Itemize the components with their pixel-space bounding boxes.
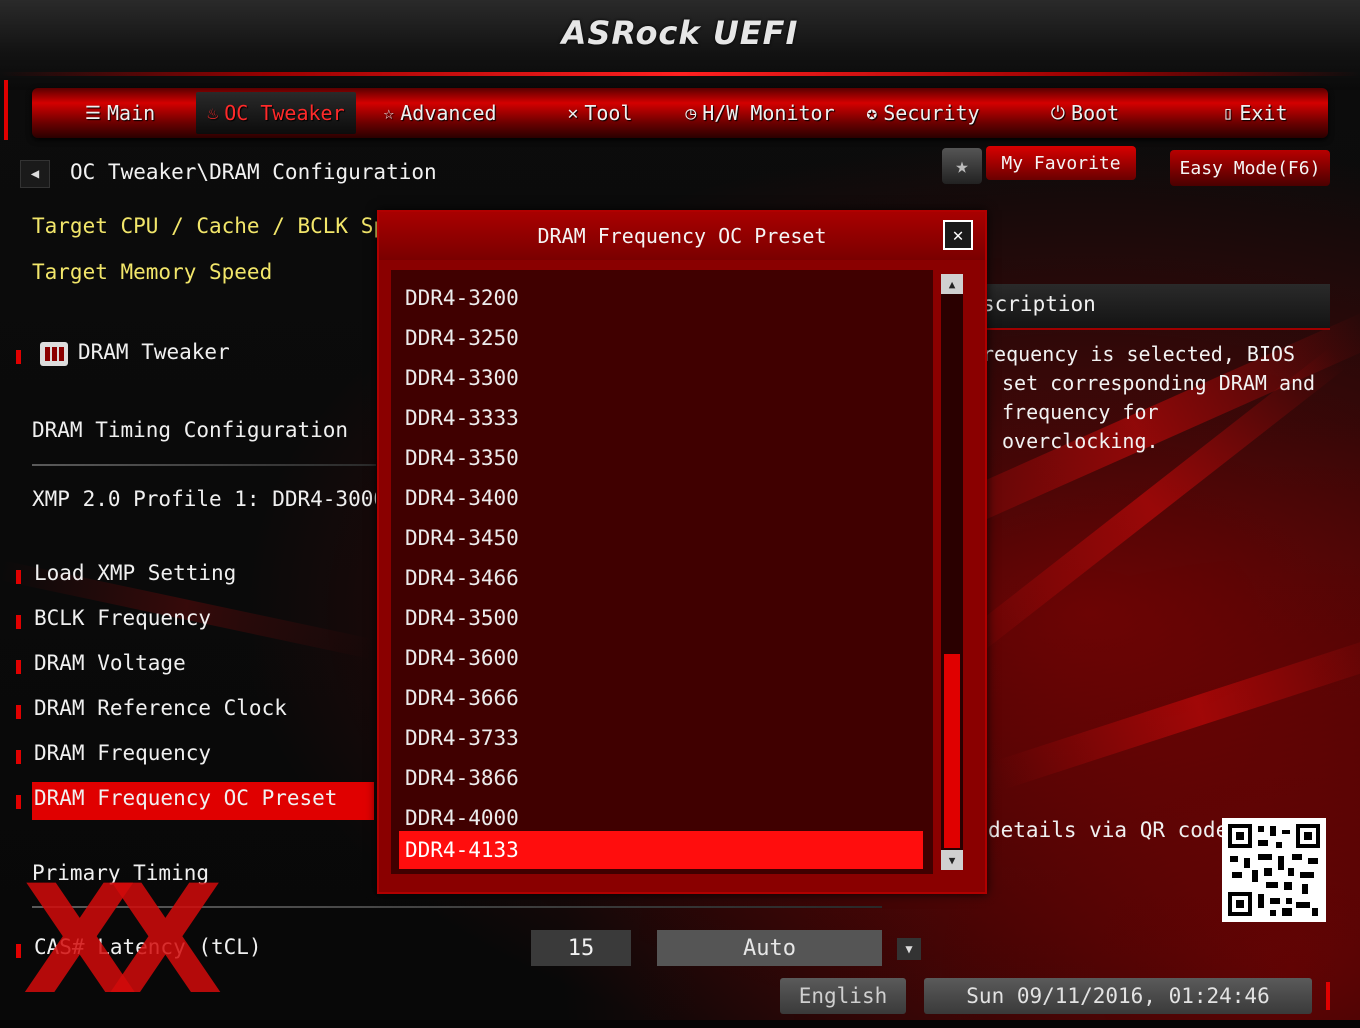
asrock-uefi-logo: ASRock UEFI — [561, 14, 799, 52]
breadcrumb: OC Tweaker\DRAM Configuration — [70, 160, 437, 184]
tab-tool[interactable]: ✕ Tool — [540, 92, 660, 134]
description-text: requency is selected, BIOS set correspon… — [982, 342, 1316, 453]
language-button[interactable]: English — [780, 978, 906, 1014]
flame-icon: ♨ — [207, 102, 219, 124]
description-title: scription — [982, 292, 1096, 316]
bclk-frequency-item[interactable]: BCLK Frequency — [34, 606, 211, 630]
item-marker — [16, 750, 21, 764]
list-item[interactable]: DDR4-3200 — [399, 279, 923, 317]
star-icon: ★ — [955, 153, 969, 179]
target-memory-label: Target Memory Speed — [32, 260, 273, 284]
dram-voltage-item[interactable]: DRAM Voltage — [34, 651, 186, 675]
datetime-display: Sun 09/11/2016, 01:24:46 — [924, 978, 1312, 1014]
item-marker — [16, 944, 21, 958]
list-item[interactable]: DDR4-3666 — [399, 679, 923, 717]
item-marker — [16, 795, 21, 809]
monitor-icon: ◷ — [685, 102, 697, 124]
item-marker — [16, 660, 21, 674]
list-item[interactable]: DDR4-3733 — [399, 719, 923, 757]
accent-bar — [4, 80, 8, 140]
tab-boot[interactable]: ⏻ Boot — [1030, 92, 1140, 134]
item-marker — [16, 350, 21, 364]
list-item[interactable]: DDR4-3500 — [399, 599, 923, 637]
tab-main[interactable]: ☰ Main — [60, 92, 180, 134]
list-item[interactable]: DDR4-3400 — [399, 479, 923, 517]
star-icon: ☆ — [383, 102, 395, 124]
exit-icon: ▯ — [1222, 102, 1234, 124]
close-icon[interactable]: ✕ — [943, 220, 973, 250]
dram-tweaker-item[interactable]: DRAM Tweaker — [78, 340, 230, 364]
scroll-up-icon[interactable]: ▲ — [941, 274, 963, 294]
tab-security[interactable]: ✪ Security — [858, 92, 988, 134]
preset-list: DDR4-3200 DDR4-3250 DDR4-3300 DDR4-3333 … — [391, 270, 933, 874]
list-icon: ☰ — [84, 102, 101, 124]
list-item[interactable]: DDR4-3866 — [399, 759, 923, 797]
power-icon: ⏻ — [1050, 102, 1066, 124]
scroll-down-icon[interactable]: ▼ — [941, 850, 963, 870]
cas-latency-value: 15 — [531, 930, 631, 966]
scrollbar-thumb[interactable] — [944, 654, 960, 848]
list-item[interactable]: DDR4-3300 — [399, 359, 923, 397]
item-marker — [16, 570, 21, 584]
qr-code — [1222, 818, 1326, 922]
item-marker — [16, 705, 21, 719]
accent-bar — [1326, 982, 1330, 1010]
shield-icon: ✪ — [866, 102, 878, 124]
back-button[interactable]: ◀ — [20, 160, 50, 188]
arrow-left-icon: ◀ — [30, 166, 40, 182]
watermark-logo: XX — [22, 854, 223, 1028]
dram-frequency-oc-preset-dialog: DRAM Frequency OC Preset ✕ DDR4-3200 DDR… — [377, 210, 987, 894]
dialog-title: DRAM Frequency OC Preset — [379, 212, 985, 260]
xmp-profile-info: XMP 2.0 Profile 1: DDR4-3000 15- — [32, 487, 376, 511]
list-item[interactable]: DDR4-3333 — [399, 399, 923, 437]
tab-oc-tweaker[interactable]: ♨ OC Tweaker — [196, 92, 356, 134]
target-cpu-label: Target CPU / Cache / BCLK Speed — [32, 214, 424, 238]
list-item[interactable]: DDR4-3600 — [399, 639, 923, 677]
list-item-selected[interactable]: DDR4-4133 — [399, 831, 923, 869]
item-marker — [16, 615, 21, 629]
divider — [32, 464, 376, 466]
dram-reference-clock-item[interactable]: DRAM Reference Clock — [34, 696, 287, 720]
easy-mode-button[interactable]: Easy Mode(F6) — [1170, 150, 1330, 186]
tab-exit[interactable]: ▯ Exit — [1200, 92, 1310, 134]
dram-frequency-item[interactable]: DRAM Frequency — [34, 741, 211, 765]
list-item[interactable]: DDR4-3350 — [399, 439, 923, 477]
list-item[interactable]: DDR4-3466 — [399, 559, 923, 597]
tab-hw-monitor[interactable]: ◷ H/W Monitor — [680, 92, 840, 134]
tools-icon: ✕ — [567, 102, 579, 124]
my-favorite-button[interactable]: My Favorite — [986, 146, 1136, 180]
qr-code-label: details via QR code — [988, 818, 1229, 842]
chevron-down-icon[interactable]: ▼ — [897, 938, 921, 960]
favorite-star-button[interactable]: ★ — [942, 148, 982, 184]
list-item[interactable]: DDR4-3250 — [399, 319, 923, 357]
list-item[interactable]: DDR4-3450 — [399, 519, 923, 557]
memory-icon — [40, 342, 68, 366]
tab-advanced[interactable]: ☆ Advanced — [370, 92, 510, 134]
dram-frequency-oc-preset-item[interactable]: DRAM Frequency OC Preset — [34, 786, 337, 810]
cas-latency-select[interactable]: Auto — [657, 930, 882, 966]
dram-timing-heading: DRAM Timing Configuration — [32, 418, 349, 442]
header-accent-line — [0, 72, 1360, 76]
load-xmp-setting-item[interactable]: Load XMP Setting — [34, 561, 236, 585]
